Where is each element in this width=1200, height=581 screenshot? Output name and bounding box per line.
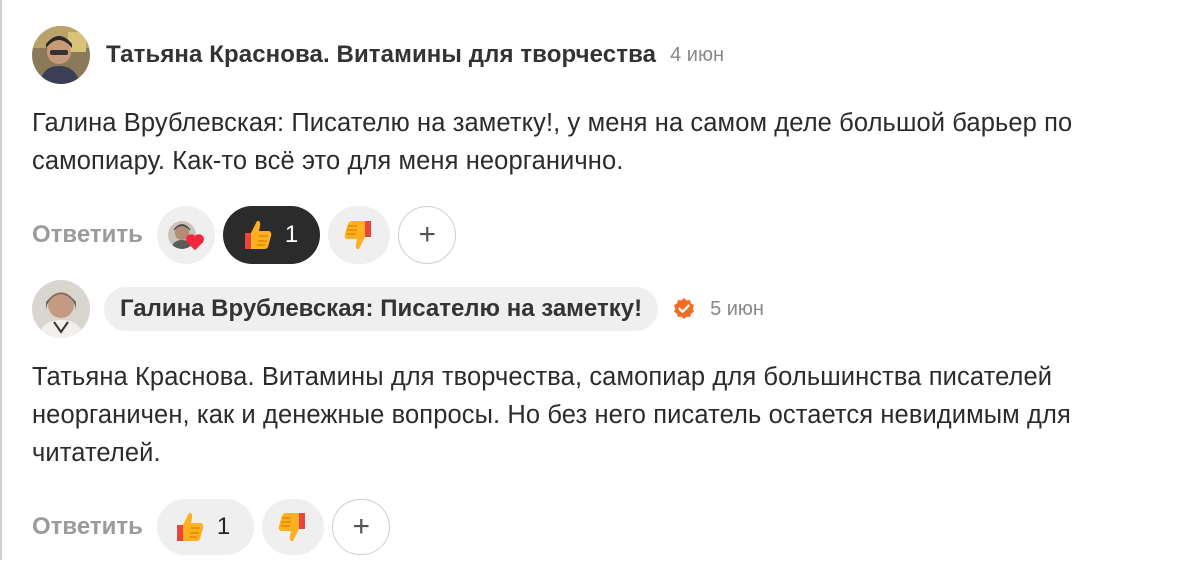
comment-header: Татьяна Краснова. Витамины для творчеств… <box>32 26 1180 84</box>
reply-button[interactable]: Ответить <box>32 221 143 249</box>
add-reaction-button[interactable]: + <box>398 206 457 264</box>
user-heart-reaction-icon <box>166 215 206 255</box>
comment-date[interactable]: 5 июн <box>710 298 764 321</box>
thumbs-up-icon <box>244 220 272 249</box>
comment-actions: Ответить 1 + <box>32 205 1180 265</box>
dislike-button[interactable] <box>262 499 325 555</box>
comment-text: Татьяна Краснова. Витамины для творчеств… <box>32 363 1071 467</box>
thumbs-up-icon <box>176 512 204 541</box>
like-count: 1 <box>284 221 299 248</box>
author-name[interactable]: Татьяна Краснова. Витамины для творчеств… <box>106 41 656 69</box>
author-avatar[interactable] <box>32 280 90 338</box>
plus-icon: + <box>418 218 437 251</box>
like-button[interactable]: 1 <box>222 206 321 264</box>
reply-button[interactable]: Ответить <box>32 513 143 541</box>
comment: Татьяна Краснова. Витамины для творчеств… <box>32 26 1180 265</box>
thumbs-down-icon <box>345 221 372 250</box>
comment-text: Галина Врублевская: Писателю на заметку!… <box>32 109 1073 175</box>
comment-date[interactable]: 4 июн <box>670 44 724 67</box>
add-reaction-button[interactable]: + <box>332 499 391 555</box>
plus-icon: + <box>352 510 371 543</box>
author-avatar[interactable] <box>32 26 90 84</box>
author-name[interactable]: Галина Врублевская: Писателю на заметку! <box>104 287 659 331</box>
comment-header: Галина Врублевская: Писателю на заметку!… <box>32 280 1180 338</box>
dislike-button[interactable] <box>328 206 391 264</box>
reaction-avatar-button[interactable] <box>156 206 215 264</box>
verified-badge-icon <box>672 297 696 321</box>
like-count: 1 <box>216 513 231 540</box>
comment: Галина Врублевская: Писателю на заметку!… <box>32 280 1180 557</box>
like-button[interactable]: 1 <box>156 499 255 555</box>
thumbs-down-icon <box>279 513 306 542</box>
comment-actions: Ответить 1 + <box>32 497 1180 557</box>
thread-line <box>0 0 2 560</box>
comments-thread: Татьяна Краснова. Витамины для творчеств… <box>0 0 1200 581</box>
